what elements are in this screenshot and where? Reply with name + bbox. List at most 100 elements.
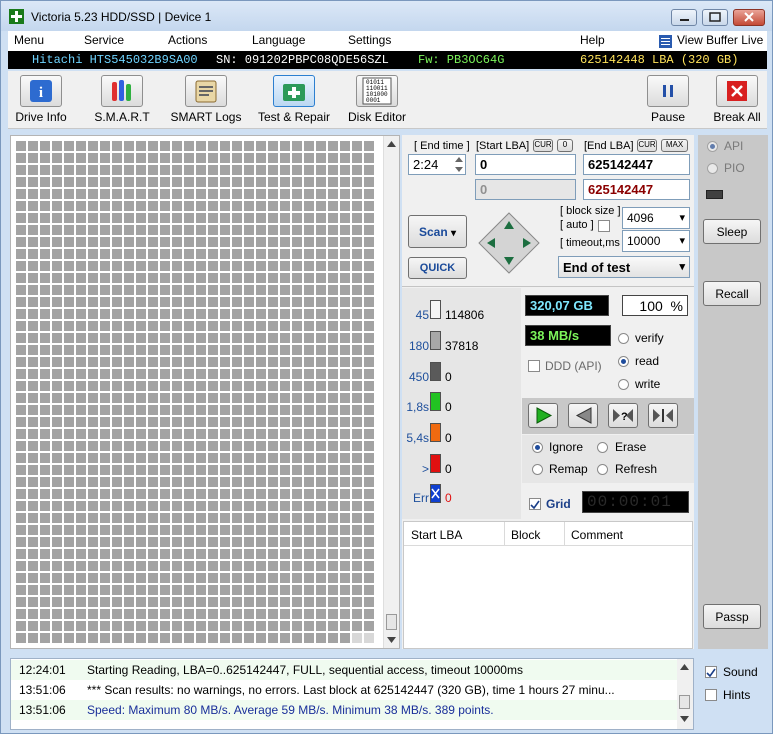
sleep-button[interactable]: Sleep [703,219,761,244]
block-map-cell [52,609,62,619]
block-map-cell [280,321,290,331]
to-end-button[interactable] [648,403,678,428]
block-map-cell [64,225,74,235]
block-map-scrollbar[interactable] [383,136,399,648]
block-map-cell [328,249,338,259]
block-map-cell [112,417,122,427]
title-bar[interactable]: Victoria 5.23 HDD/SSD | Device 1 [1,1,772,31]
scroll-thumb[interactable] [386,614,397,630]
start-zero-button[interactable]: 0 [557,139,573,152]
block-map-cell [148,597,158,607]
end-max-button[interactable]: MAX [661,139,688,152]
end-time-spinner-icon[interactable] [453,155,465,174]
test-repair-button[interactable]: Test & Repair [254,75,334,124]
rewind-button[interactable] [568,403,598,428]
sound-checkbox[interactable] [705,666,717,678]
hints-checkbox[interactable] [705,689,717,701]
menu-view-buffer-live[interactable]: View Buffer Live [677,33,763,47]
smart-logs-button[interactable]: SMART Logs [168,75,244,124]
menu-settings[interactable]: Settings [348,33,391,47]
end-of-test-select[interactable]: End of test [558,256,690,278]
block-map-cell [184,549,194,559]
hints-label: Hints [723,688,751,702]
block-map-cell [40,417,50,427]
scroll-up-icon[interactable] [387,140,396,148]
menu-language[interactable]: Language [252,33,305,47]
block-map-cell [160,465,170,475]
end-lba-input[interactable]: 625142447 [583,154,690,175]
verify-radio[interactable] [618,333,629,344]
window-title: Victoria 5.23 HDD/SSD | Device 1 [31,10,212,24]
scan-button[interactable]: Scan ▾ [408,215,467,248]
block-map-cell [256,201,266,211]
close-button[interactable] [733,9,765,26]
smart-button[interactable]: S.M.A.R.T [90,75,154,124]
minimize-button[interactable] [671,9,697,26]
block-map-cell [340,621,350,631]
remap-label: Remap [549,462,588,476]
api-radio[interactable] [707,141,718,152]
remap-radio[interactable] [532,464,543,475]
column-start-lba[interactable]: Start LBA [411,528,462,542]
block-map-cell [220,489,230,499]
menu-actions[interactable]: Actions [168,33,207,47]
erase-radio[interactable] [597,442,608,453]
block-map-cell [280,465,290,475]
passp-button[interactable]: Passp [703,604,761,629]
block-map-cell [304,321,314,331]
block-map-cell [220,309,230,319]
timeout-label: [ timeout,ms ] [560,237,627,249]
pause-button[interactable]: Pause [646,75,690,124]
ddd-api-checkbox[interactable] [528,360,540,372]
column-block[interactable]: Block [511,528,540,542]
menu-menu[interactable]: Menu [14,33,44,47]
play-button[interactable] [528,403,558,428]
block-map-cell [208,381,218,391]
end-cur-button[interactable]: CUR [637,139,657,152]
write-radio[interactable] [618,379,629,390]
scroll-down-icon[interactable] [387,636,396,644]
refresh-radio[interactable] [597,464,608,475]
auto-checkbox[interactable] [598,220,610,232]
scroll-down-icon[interactable] [680,715,689,723]
ignore-radio[interactable] [532,442,543,453]
block-map-cell [244,285,254,295]
break-all-button[interactable]: Break All [710,75,764,124]
log-scrollbar[interactable] [677,659,693,729]
maximize-button[interactable] [702,9,728,26]
scroll-up-icon[interactable] [680,663,689,671]
block-size-select[interactable]: 4096 [622,207,690,229]
pause-icon [663,85,673,97]
menu-service[interactable]: Service [84,33,124,47]
scroll-thumb[interactable] [679,695,690,709]
block-map-cell [220,237,230,247]
block-map-cell [184,609,194,619]
block-map-cell [280,549,290,559]
block-map-cell [64,501,74,511]
start-cur-button[interactable]: CUR [533,139,553,152]
block-map-cell [148,633,158,643]
column-comment[interactable]: Comment [571,528,623,542]
disk-editor-button[interactable]: 01011 110011 101000 0001 Disk Editor [346,75,408,124]
quick-button[interactable]: QUICK [408,257,467,279]
pio-radio[interactable] [707,163,718,174]
start-lba-input[interactable]: 0 [475,154,576,175]
block-map-cell [124,573,134,583]
block-map-cell [160,537,170,547]
block-map-cell [40,369,50,379]
block-map-cell [256,465,266,475]
grid-checkbox[interactable] [529,498,541,510]
block-map-cell [316,177,326,187]
timeout-select[interactable]: 10000 [622,230,690,252]
block-map-cell [160,213,170,223]
read-radio[interactable] [618,356,629,367]
menu-help[interactable]: Help [580,33,605,47]
drive-info-button[interactable]: i Drive Info [12,75,70,124]
recall-button[interactable]: Recall [703,281,761,306]
block-map-cell [196,441,206,451]
skip-unknown-button[interactable]: ? [608,403,638,428]
block-swatch-1-8s [430,392,441,411]
block-map-cell [88,549,98,559]
block-map-cell [112,561,122,571]
navigation-diamond-icon[interactable] [477,211,541,275]
